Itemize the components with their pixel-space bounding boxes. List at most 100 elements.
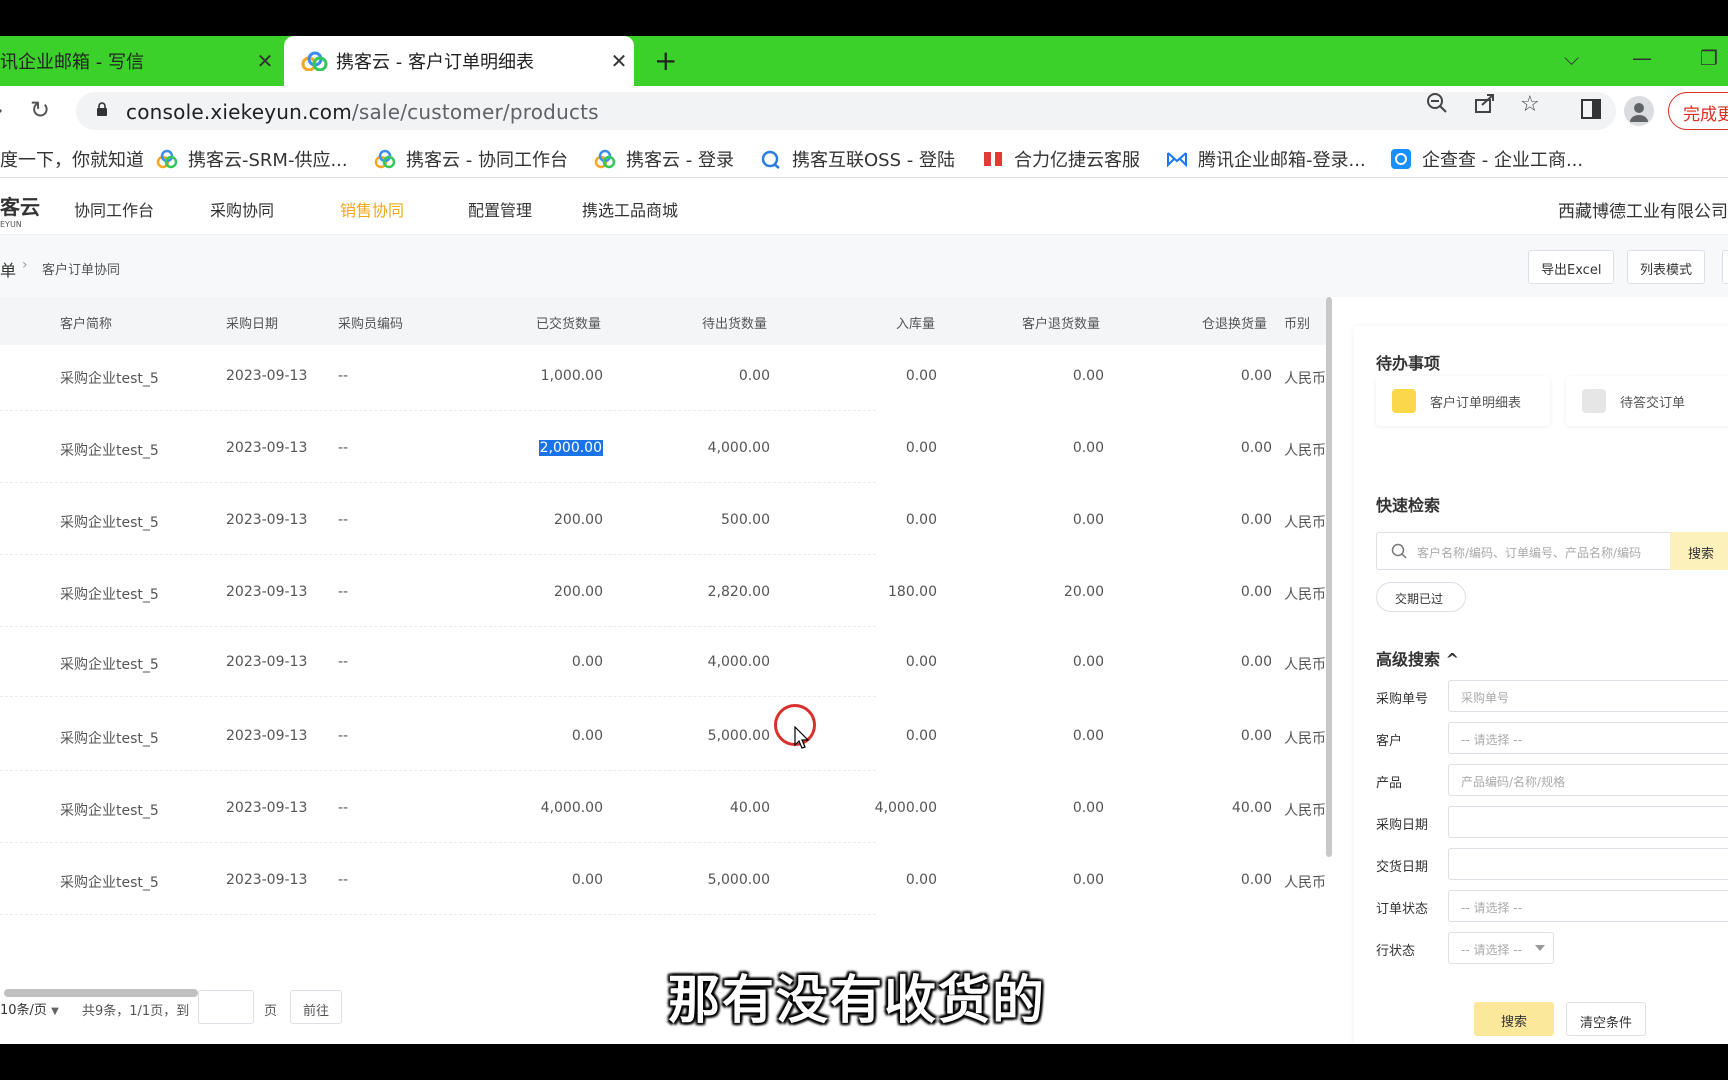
tab-mail-title: 讯企业邮箱 - 写信 [0,52,144,73]
bookmark-oss[interactable]: 携客互联OSS - 登陆 [760,146,955,172]
profile-avatar[interactable] [1624,96,1654,126]
bookmark-heli[interactable]: 合力亿捷云客服 [982,146,1140,172]
cell-customer: 采购企业test_5 [60,515,159,531]
po-input[interactable]: 采购单号 [1448,680,1728,712]
todo-pending-reply[interactable]: 待答交订单 [1566,376,1728,426]
bookmark-star-icon[interactable]: ☆ [1520,92,1540,117]
nav-config[interactable]: 配置管理 [468,197,532,221]
table-row[interactable]: 采购企业test_5 2023-09-13 -- 4,000.00 40.00 … [0,777,1326,843]
clear-button[interactable]: 清空条件 [1566,1002,1646,1036]
tab-mail-close-icon[interactable]: ✕ [250,49,280,73]
page-jump-input[interactable] [198,990,254,1024]
delivery-date-picker[interactable] [1448,848,1728,880]
export-excel-button[interactable]: 导出Excel [1528,250,1615,284]
customer-select[interactable]: -- 请选择 -- [1448,722,1728,754]
cell-buyer-code: -- [338,512,349,528]
customer-label: 客户 [1376,734,1403,749]
url-host: console.xiekeyun.com [126,100,352,124]
nav-sales[interactable]: 销售协同 [340,197,404,221]
cell-customer: 采购企业test_5 [60,443,159,459]
col-pending: 待出货数量 [702,317,768,332]
cell-date: 2023-09-13 [226,584,308,600]
order-status-select[interactable]: -- 请选择 -- [1448,890,1728,922]
minimize-icon[interactable]: — [1632,46,1652,70]
cell-date: 2023-09-13 [226,512,308,528]
tencent-mail-icon [1167,152,1187,168]
table-row[interactable]: 采购企业test_5 2023-09-13 -- 200.00 2,820.00… [0,561,1326,627]
cell-warehouse-return: 0.00 [1240,584,1272,600]
todo-order-details[interactable]: 客户订单明细表 [1376,376,1550,426]
nav-mall[interactable]: 携选工品商城 [582,197,678,221]
purchase-date-picker[interactable] [1448,806,1728,838]
row-status-select[interactable]: -- 请选择 -- [1448,932,1554,964]
overdue-filter-tag[interactable]: 交期已过 [1376,582,1466,612]
table-row[interactable]: 采购企业test_5 2023-09-13 -- 0.00 5,000.00 0… [0,849,1326,915]
qichacha-icon [1391,149,1411,169]
more-button[interactable] [1722,250,1728,284]
xiekeyun-logo-icon [374,149,396,169]
tab-search-chevron-icon[interactable]: ⌵ [1564,46,1579,70]
bookmark-tencent-mail[interactable]: 腾讯企业邮箱-登录... [1166,146,1366,172]
cell-customer-return: 20.00 [1063,584,1104,600]
go-button[interactable]: 前往 [290,990,342,1024]
bookmark-srm[interactable]: 携客云-SRM-供应... [156,146,348,172]
cell-pending: 4,000.00 [707,654,770,670]
forward-icon[interactable]: › [0,96,4,124]
search-button[interactable]: 搜索 [1474,1002,1554,1036]
breadcrumb-root[interactable]: 单 [0,257,16,281]
cell-date: 2023-09-13 [226,368,308,384]
table-row[interactable]: 采购企业test_5 2023-09-13 -- 2,000.00 4,000.… [0,417,1326,483]
row-divider [0,842,876,843]
reload-icon[interactable]: ↻ [30,96,50,124]
bookmark-baidu[interactable]: 度一下，你就知道 [0,146,144,172]
cell-warehouse-return: 0.00 [1240,440,1272,456]
cell-customer: 采购企业test_5 [60,803,159,819]
table-row[interactable]: 采购企业test_5 2023-09-13 -- 200.00 500.00 0… [0,489,1326,555]
bookmark-login[interactable]: 携客云 - 登录 [594,146,734,172]
cell-currency: 人民币 [1284,371,1326,387]
zoom-icon[interactable] [1426,92,1448,120]
cell-stock-in: 0.00 [905,440,937,456]
table-row[interactable]: 采购企业test_5 2023-09-13 -- 1,000.00 0.00 0… [0,345,1326,411]
screen: 讯企业邮箱 - 写信 ✕ 携客云 - 客户订单明细表 ✕ + ⌵ — ❐ › ↻… [0,0,1728,1080]
quick-search-placeholder: 客户名称/编码、订单编号、产品名称/编码 [1417,546,1642,560]
oss-logo-icon [761,150,780,169]
cell-warehouse-return: 0.00 [1240,728,1272,744]
col-customer-return: 客户退货数量 [1022,317,1101,332]
browser-window: 讯企业邮箱 - 写信 ✕ 携客云 - 客户订单明细表 ✕ + ⌵ — ❐ › ↻… [0,36,1728,1044]
app-logo[interactable]: 客云 EYUN [0,191,40,229]
finish-update-button[interactable]: 完成更 [1668,92,1728,130]
restore-icon[interactable]: ❐ [1700,46,1718,70]
nav-purchase[interactable]: 采购协同 [210,197,274,221]
table-row[interactable]: 采购企业test_5 2023-09-13 -- 0.00 5,000.00 0… [0,705,1326,771]
xiekeyun-favicon-icon [301,51,328,71]
cell-buyer-code: -- [338,654,349,670]
bookmark-label: 携客云 - 登录 [626,150,734,171]
share-icon[interactable] [1474,92,1496,120]
cell-date: 2023-09-13 [226,440,308,456]
customer-select-value: -- 请选择 -- [1461,733,1522,747]
list-mode-button[interactable]: 列表模式 [1627,250,1706,284]
tab-orders[interactable]: 携客云 - 客户订单明细表 ✕ [284,36,634,86]
side-panel: 待办事项 客户订单明细表 待答交订单 快速检索 客户名称/编码、订单编号、产品名… [1354,326,1728,1044]
orders-table: 客户简称 采购日期 采购员编码 已交货数量 待出货数量 入库量 客户退货数量 仓… [0,297,1332,997]
bookmark-qichacha[interactable]: 企查查 - 企业工商... [1390,146,1583,172]
advanced-search-toggle[interactable]: 高级搜索 ^ [1376,646,1459,670]
nav-workbench[interactable]: 协同工作台 [74,197,154,221]
quick-search-button[interactable]: 搜索 [1670,532,1728,570]
cell-delivered: 200.00 [554,584,603,600]
side-panel-icon[interactable] [1580,98,1602,124]
product-input[interactable]: 产品编码/名称/规格 [1448,764,1728,796]
tab-mail[interactable]: 讯企业邮箱 - 写信 ✕ [0,36,280,86]
bookmark-workbench[interactable]: 携客云 - 协同工作台 [374,146,568,172]
new-tab-button[interactable]: + [654,44,677,77]
vertical-scrollbar[interactable] [1326,297,1332,857]
quick-search-input[interactable]: 客户名称/编码、订单编号、产品名称/编码 [1376,532,1676,570]
page-size-select[interactable]: 10条/页 ▼ [0,991,72,1023]
table-row[interactable]: 采购企业test_5 2023-09-13 -- 0.00 4,000.00 0… [0,631,1326,697]
company-name[interactable]: 西藏博德工业有限公司 [1558,197,1728,222]
tab-orders-close-icon[interactable]: ✕ [604,49,634,73]
page-summary: 共9条，1/1页，到 [82,1004,190,1019]
page-unit: 页 [264,1004,278,1019]
address-bar[interactable]: console.xiekeyun.com/sale/customer/produ… [76,92,1616,130]
